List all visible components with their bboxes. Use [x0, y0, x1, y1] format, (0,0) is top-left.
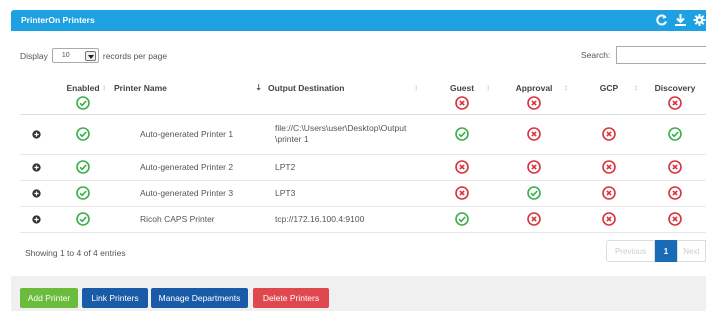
output-destination: tcp://172.16.100.4:9100 — [268, 206, 430, 233]
check-circle-icon[interactable] — [76, 96, 90, 110]
records-label: records per page — [102, 50, 168, 61]
table-row[interactable]: Ricoh CAPS Printer tcp://172.16.100.4:91… — [20, 206, 706, 233]
enabled-check-icon[interactable] — [76, 127, 90, 141]
discovery-x-icon[interactable] — [668, 186, 682, 200]
header-icons — [655, 13, 706, 27]
printers-panel: Display 10 records per page Search: Enab… — [11, 31, 706, 276]
display-label: Display — [20, 50, 48, 61]
col-enabled[interactable]: Enabled ↕ — [52, 73, 114, 115]
search-control: Search: — [581, 46, 706, 64]
sort-desc-icon[interactable]: ⇣ — [255, 83, 262, 92]
add-printer-button[interactable]: Add Printer — [20, 288, 78, 308]
approval-x-icon[interactable] — [527, 212, 541, 226]
approval-check-icon[interactable] — [527, 186, 541, 200]
approval-x-icon[interactable] — [527, 160, 541, 174]
output-destination: LPT3 — [268, 180, 430, 207]
page-length-select[interactable]: 10 — [51, 48, 99, 63]
refresh-icon[interactable] — [655, 13, 668, 27]
enabled-check-icon[interactable] — [76, 160, 90, 174]
enabled-check-icon[interactable] — [76, 212, 90, 226]
manage-departments-button[interactable]: Manage Departments — [151, 288, 248, 308]
search-input[interactable] — [616, 46, 706, 64]
expand-icon[interactable] — [32, 215, 41, 224]
printers-table: Enabled ↕ Printer Name ⇣ Output Destinat… — [20, 73, 706, 233]
previous-button[interactable]: Previous — [606, 240, 655, 262]
col-output-destination[interactable]: Output Destination ↕ — [268, 73, 430, 115]
table-row[interactable]: Auto-generated Printer 1 file://C:\Users… — [20, 114, 706, 155]
printer-name: Auto-generated Printer 2 — [114, 154, 268, 181]
link-printers-button[interactable]: Link Printers — [82, 288, 148, 308]
page-length-control: Display 10 records per page — [20, 48, 167, 63]
table-info: Showing 1 to 4 of 4 entries — [25, 248, 126, 258]
panel-title: PrinterOn Printers — [21, 15, 95, 25]
sort-icon[interactable]: ↕ — [414, 83, 418, 92]
expand-icon[interactable] — [32, 189, 41, 198]
expand-icon[interactable] — [32, 163, 41, 172]
x-circle-icon[interactable] — [668, 96, 682, 110]
col-printer-name[interactable]: Printer Name ⇣ — [114, 73, 268, 115]
sort-icon[interactable]: ↕ — [634, 83, 638, 92]
guest-x-icon[interactable] — [455, 160, 469, 174]
printer-name: Auto-generated Printer 3 — [114, 180, 268, 207]
pagination: Previous 1 Next — [606, 240, 706, 262]
printer-name: Ricoh CAPS Printer — [114, 206, 268, 233]
gcp-x-icon[interactable] — [602, 186, 616, 200]
discovery-x-icon[interactable] — [668, 212, 682, 226]
col-approval[interactable]: Approval ↕ — [494, 73, 574, 115]
col-gcp[interactable]: GCP ↕ — [574, 73, 644, 115]
search-label: Search: — [581, 50, 611, 60]
printer-name: Auto-generated Printer 1 — [114, 114, 268, 155]
col-expand — [20, 73, 52, 115]
chevron-down-icon[interactable] — [84, 51, 96, 61]
output-destination: file://C:\Users\user\Desktop\Output \prin… — [268, 114, 430, 155]
x-circle-icon[interactable] — [527, 96, 541, 110]
discovery-check-icon[interactable] — [668, 127, 682, 141]
expand-icon[interactable] — [32, 130, 41, 139]
x-circle-icon[interactable] — [455, 96, 469, 110]
sort-icon[interactable]: ↕ — [486, 83, 490, 92]
table-header-row: Enabled ↕ Printer Name ⇣ Output Destinat… — [20, 73, 706, 115]
gcp-x-icon[interactable] — [602, 212, 616, 226]
table-row[interactable]: Auto-generated Printer 3 LPT3 — [20, 180, 706, 207]
table-row[interactable]: Auto-generated Printer 2 LPT2 — [20, 154, 706, 181]
enabled-check-icon[interactable] — [76, 186, 90, 200]
col-guest[interactable]: Guest ↕ — [430, 73, 494, 115]
gcp-x-icon[interactable] — [602, 127, 616, 141]
panel-header: PrinterOn Printers — [11, 10, 706, 31]
page-length-value: 10 — [61, 52, 70, 59]
export-icon[interactable] — [674, 13, 687, 27]
sort-icon[interactable]: ↕ — [102, 83, 106, 92]
guest-check-icon[interactable] — [455, 212, 469, 226]
gcp-x-icon[interactable] — [602, 160, 616, 174]
guest-x-icon[interactable] — [455, 186, 469, 200]
output-destination: LPT2 — [268, 154, 430, 181]
sort-icon[interactable]: ↕ — [564, 83, 568, 92]
col-discovery[interactable]: Discovery ↕ — [644, 73, 706, 115]
gear-icon[interactable] — [693, 13, 706, 27]
approval-x-icon[interactable] — [527, 127, 541, 141]
delete-printers-button[interactable]: Delete Printers — [253, 288, 329, 308]
next-button[interactable]: Next — [677, 240, 706, 262]
discovery-x-icon[interactable] — [668, 160, 682, 174]
page-1-button[interactable]: 1 — [655, 240, 677, 262]
guest-check-icon[interactable] — [455, 127, 469, 141]
